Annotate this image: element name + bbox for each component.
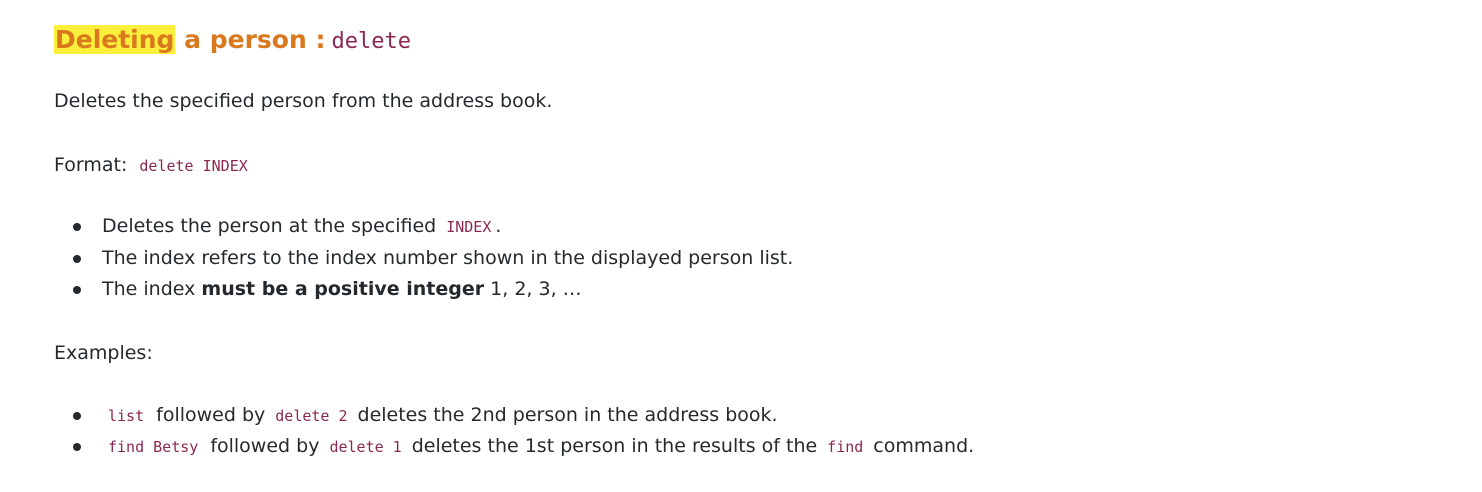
find-code: find Betsy	[108, 438, 199, 456]
heading-command-code: delete	[331, 29, 411, 54]
format-label: Format:	[54, 154, 128, 176]
list-code: list	[108, 407, 145, 425]
list-item-text: The index refers to the index number sho…	[102, 247, 794, 269]
delete-code: delete 2	[275, 407, 348, 425]
search-highlight: Deleting	[54, 25, 176, 54]
rules-list: Deletes the person at the specified INDEX…	[54, 211, 793, 305]
list-item: list followed by delete 2 deletes the 2nd p…	[54, 400, 974, 431]
list-item-text: followed by	[156, 404, 266, 426]
list-item-text: Deletes the person at the specified	[102, 215, 437, 237]
list-item-text: command.	[873, 435, 975, 457]
format-line: Format: delete INDEX	[54, 152, 248, 179]
list-item: Deletes the person at the specified INDEX…	[54, 211, 793, 243]
delete-code: delete 1	[329, 438, 402, 456]
list-item: The index must be a positive integer 1, …	[54, 274, 793, 305]
examples-list: list followed by delete 2 deletes the 2nd p…	[54, 400, 974, 462]
list-item-bold: must be a positive integer	[201, 278, 485, 300]
section-heading: Deleting a person : delete	[54, 22, 411, 60]
find-command-code: find	[827, 438, 864, 456]
list-item-text: deletes the 2nd person in the address bo…	[357, 404, 778, 426]
list-item-text: The index	[102, 278, 202, 300]
list-item-suffix: .	[495, 215, 502, 237]
examples-label: Examples:	[54, 342, 153, 364]
list-item: find Betsy followed by delete 1 deletes the…	[54, 431, 974, 462]
list-item: The index refers to the index number sho…	[54, 243, 793, 274]
list-item-suffix: 1, 2, 3, …	[484, 278, 582, 300]
index-code: INDEX	[446, 218, 492, 236]
list-item-text: deletes the 1st person in the results of…	[411, 435, 818, 457]
format-code: delete INDEX	[139, 157, 248, 175]
list-item-text: followed by	[210, 435, 320, 457]
heading-text: a person :	[175, 25, 326, 54]
description-text: Deletes the specified person from the ad…	[54, 90, 553, 112]
